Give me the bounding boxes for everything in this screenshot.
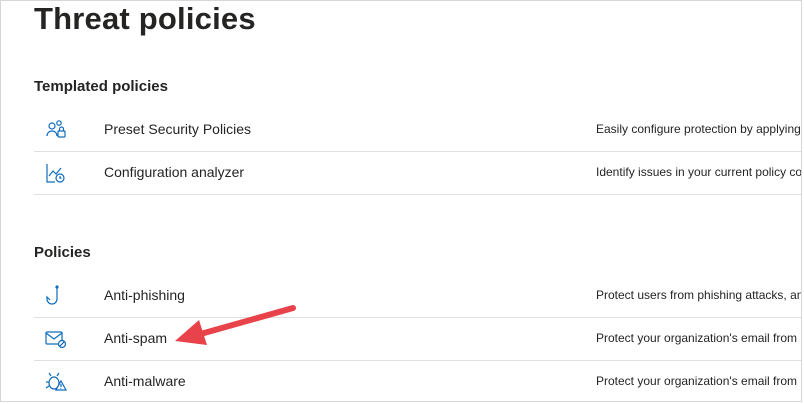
fishhook-icon xyxy=(44,284,68,308)
item-name: Anti-malware xyxy=(104,373,186,389)
list-item-configuration-analyzer[interactable]: Configuration analyzer Identify issues i… xyxy=(34,152,802,195)
templated-policies-heading: Templated policies xyxy=(34,78,168,95)
item-name: Preset Security Policies xyxy=(104,121,252,137)
item-description: Protect users from phishing attacks, and xyxy=(596,288,802,302)
item-description: Identify issues in your current policy c… xyxy=(596,165,802,179)
policies-heading: Policies xyxy=(34,244,91,261)
item-description: Protect your organization's email from xyxy=(596,374,798,388)
list-item-anti-phishing[interactable]: Anti-phishing Protect users from phishin… xyxy=(34,275,802,318)
chart-clock-icon xyxy=(44,161,68,185)
item-name: Anti-spam xyxy=(104,330,168,346)
mail-block-icon xyxy=(44,327,68,351)
list-item-anti-malware[interactable]: Anti-malware Protect your organization's… xyxy=(34,361,801,401)
page-title: Threat policies xyxy=(34,1,256,36)
bug-warning-icon xyxy=(44,370,68,394)
item-description: Protect your organization's email from xyxy=(596,331,798,345)
item-name: Configuration analyzer xyxy=(104,164,245,180)
people-lock-icon xyxy=(44,118,68,142)
list-item-preset-security-policies[interactable]: Preset Security Policies Easily configur… xyxy=(34,109,801,152)
threat-policies-panel: Threat policies Templated policies Prese… xyxy=(0,0,802,402)
item-name: Anti-phishing xyxy=(104,287,185,303)
list-item-anti-spam[interactable]: Anti-spam Protect your organization's em… xyxy=(34,318,801,361)
item-description: Easily configure protection by applying xyxy=(596,122,801,136)
